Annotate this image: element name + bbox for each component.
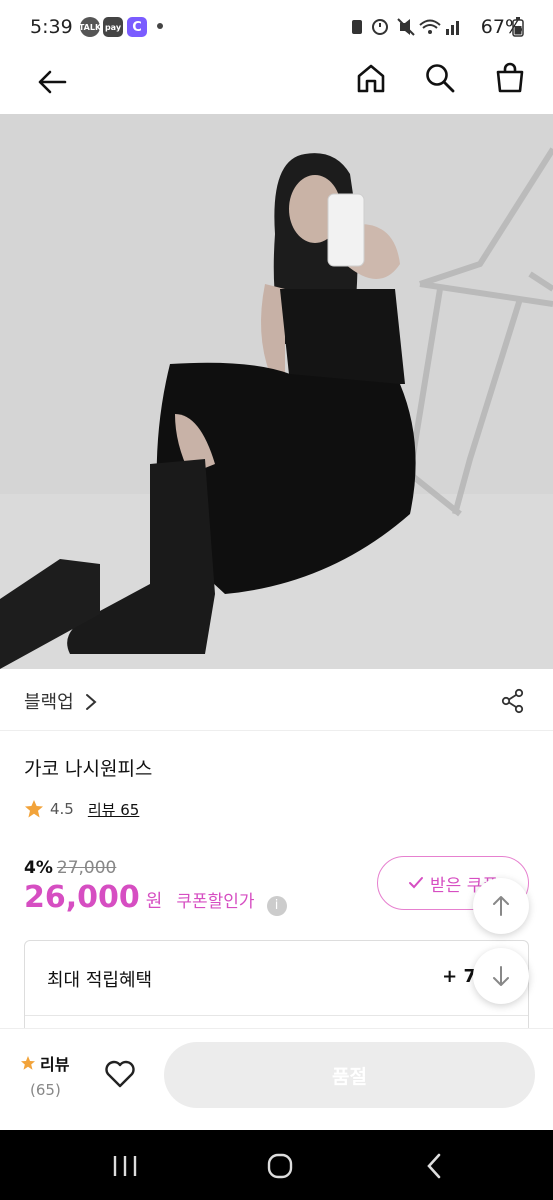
scroll-top-button[interactable] <box>473 878 529 934</box>
pay-badge-icon: pay <box>103 17 123 37</box>
back-arrow-icon[interactable] <box>36 66 68 98</box>
back-button-icon[interactable] <box>424 1152 444 1180</box>
review-count: (65) <box>30 1081 61 1099</box>
check-icon <box>409 877 424 889</box>
bottom-action-bar: 리뷰 (65) 품절 <box>0 1028 553 1131</box>
rating-value: 4.5 <box>50 800 74 818</box>
rating-row: 4.5 리뷰 65 <box>24 797 139 821</box>
recent-apps-icon[interactable] <box>112 1154 138 1178</box>
cart-bag-icon[interactable] <box>494 60 526 94</box>
discount-row: 4% 27,000 <box>24 858 116 878</box>
arrow-up-icon <box>493 896 509 916</box>
star-icon <box>25 800 43 818</box>
share-icon[interactable] <box>500 688 526 714</box>
points-label: 최대 적립혜택 <box>47 970 153 991</box>
currency-label: 원 <box>145 891 163 912</box>
c-app-icon: C <box>127 17 147 37</box>
points-benefit-box[interactable]: 최대 적립혜택 + 7 <box>24 940 529 1040</box>
home-icon[interactable] <box>355 62 387 94</box>
system-nav-bar <box>0 1130 553 1200</box>
chevron-right-icon[interactable] <box>84 692 98 712</box>
discount-percent: 4% <box>24 858 53 878</box>
talk-badge-icon: TALK <box>79 17 101 37</box>
info-icon[interactable]: i <box>266 895 287 916</box>
product-title: 가코 나시원피스 <box>24 758 153 780</box>
search-icon[interactable] <box>424 62 456 94</box>
app-header <box>0 54 553 114</box>
points-value: + 7 <box>442 966 476 987</box>
heart-wishlist-icon[interactable] <box>104 1059 136 1089</box>
notification-dot-icon <box>157 23 163 29</box>
product-photo <box>0 114 553 669</box>
review-summary-button[interactable]: 리뷰 (65) <box>20 1051 69 1099</box>
soldout-button[interactable]: 품절 <box>164 1042 535 1108</box>
price-row: 26,000 원 쿠폰할인가 i <box>24 880 287 916</box>
sale-price: 26,000 <box>24 880 140 915</box>
status-time: 5:39 <box>30 16 73 38</box>
brand-row: 블랙업 <box>0 670 553 731</box>
home-button-icon[interactable] <box>266 1152 294 1180</box>
divider <box>25 1015 528 1016</box>
original-price: 27,000 <box>56 858 117 878</box>
status-bar: 5:39 TALK pay C 67% <box>0 0 553 54</box>
status-icons <box>352 18 459 36</box>
arrow-down-icon <box>493 966 509 986</box>
review-label: 리뷰 <box>40 1055 70 1074</box>
star-icon <box>21 1056 35 1070</box>
scroll-bottom-button[interactable] <box>473 948 529 1004</box>
product-image[interactable] <box>0 114 553 669</box>
review-count-link[interactable]: 리뷰 65 <box>88 799 139 820</box>
battery-icon <box>512 17 524 37</box>
coupon-price-label: 쿠폰할인가 <box>176 892 255 912</box>
brand-link[interactable]: 블랙업 <box>24 688 74 714</box>
